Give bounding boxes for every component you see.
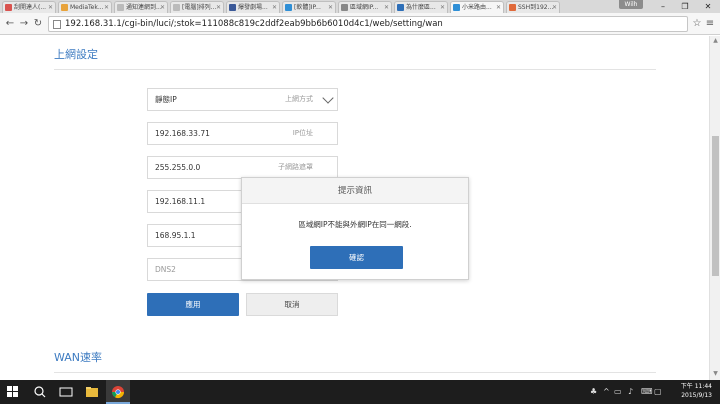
dns1-value: 168.95.1.1	[155, 231, 196, 240]
url-text: 192.168.31.1/cgi-bin/luci/;stok=111088c8…	[65, 19, 443, 29]
connection-type-select[interactable]: 靜態IP 上網方式	[147, 88, 338, 111]
ip-address-hint: IP位址	[292, 129, 313, 137]
search-icon[interactable]	[28, 380, 52, 404]
taskbar-clock[interactable]: 下午 11:44 2015/9/13	[668, 382, 712, 400]
reload-icon[interactable]: ↻	[31, 17, 45, 31]
gateway-value: 192.168.11.1	[155, 197, 206, 206]
browser-tab-10[interactable]: SSH到192... ✕	[506, 1, 560, 13]
close-icon[interactable]: ✕	[496, 2, 501, 13]
restore-icon[interactable]: ❐	[674, 0, 696, 13]
browser-tab-4[interactable]: [電腦]排列... ✕	[170, 1, 224, 13]
apply-button[interactable]: 應用	[147, 293, 239, 316]
scrollbar-thumb[interactable]	[712, 136, 719, 276]
divider	[54, 69, 656, 70]
cancel-button[interactable]: 取消	[246, 293, 338, 316]
section-title-wan-speed: WAN速率	[54, 351, 103, 364]
volume-icon[interactable]: ♪	[628, 387, 633, 396]
tab-favicon	[61, 4, 68, 11]
tab-label: 區域網IP...	[350, 4, 379, 11]
confirm-button[interactable]: 確認	[310, 246, 403, 269]
close-icon[interactable]: ✕	[48, 2, 53, 13]
subnet-mask-hint: 子網路遮罩	[278, 163, 313, 171]
address-bar: ← → ↻ 192.168.31.1/cgi-bin/luci/;stok=11…	[0, 13, 720, 35]
task-view-icon[interactable]	[54, 380, 78, 404]
scroll-down-icon[interactable]: ▼	[710, 370, 720, 377]
tab-label: 爆發劇場...	[238, 4, 268, 11]
tab-favicon	[341, 4, 348, 11]
minimize-icon[interactable]: –	[652, 0, 674, 13]
window-close-icon[interactable]: ✕	[697, 0, 719, 13]
close-icon[interactable]: ✕	[440, 2, 445, 13]
browser-tab-2[interactable]: MediaTek... ✕	[58, 1, 112, 13]
browser-tab-5[interactable]: 爆發劇場... ✕	[226, 1, 280, 13]
close-icon[interactable]: ✕	[384, 2, 389, 13]
browser-tab-6[interactable]: [軟體]IP... ✕	[282, 1, 336, 13]
bookmark-star-icon[interactable]: ☆	[690, 17, 704, 31]
section-title-internet: 上網設定	[54, 48, 98, 61]
file-explorer-icon[interactable]	[80, 380, 104, 404]
tab-label: 為什麼區...	[406, 4, 436, 11]
connection-type-hint: 上網方式	[285, 95, 313, 103]
tab-label: [電腦]排列...	[182, 4, 217, 11]
profile-badge[interactable]: Wilh	[619, 0, 643, 9]
show-hidden-icons[interactable]: ^	[603, 387, 610, 396]
chrome-icon[interactable]	[106, 380, 130, 404]
tab-favicon	[5, 4, 12, 11]
tab-label: [軟體]IP...	[294, 4, 321, 11]
subnet-mask-field[interactable]: 255.255.0.0 子網路遮罩	[147, 156, 338, 179]
router-settings-page: 上網設定 靜態IP 上網方式 192.168.33.71 IP位址 255.25…	[0, 36, 708, 380]
dialog-title: 提示資訊	[242, 178, 468, 204]
forward-icon[interactable]: →	[17, 17, 31, 31]
tab-favicon	[397, 4, 404, 11]
network-icon[interactable]: ▭	[614, 387, 622, 396]
browser-tab-8[interactable]: 為什麼區... ✕	[394, 1, 448, 13]
tab-favicon	[285, 4, 292, 11]
alert-dialog: 提示資訊 區域網IP不能與外網IP在同一網段. 確認	[241, 177, 469, 280]
dialog-message: 區域網IP不能與外網IP在同一網段.	[298, 220, 412, 229]
ip-address-value: 192.168.33.71	[155, 129, 210, 138]
tab-favicon	[117, 4, 124, 11]
close-icon[interactable]: ✕	[272, 2, 277, 13]
url-input[interactable]: 192.168.31.1/cgi-bin/luci/;stok=111088c8…	[48, 16, 688, 32]
close-icon[interactable]: ✕	[552, 2, 557, 13]
tab-favicon	[509, 4, 516, 11]
page-scrollbar[interactable]: ▲ ▼	[709, 36, 720, 380]
ip-address-field[interactable]: 192.168.33.71 IP位址	[147, 122, 338, 145]
close-icon[interactable]: ✕	[104, 2, 109, 13]
connection-type-value: 靜態IP	[155, 95, 177, 104]
tab-label: 小米路由...	[462, 4, 492, 11]
browser-tab-strip: 刮開達人(... ✕ MediaTek... ✕ 通知連網到... ✕ [電腦]排列.…	[0, 0, 720, 13]
tab-label: 刮開達人(...	[14, 4, 47, 11]
subnet-mask-value: 255.255.0.0	[155, 163, 201, 172]
tab-favicon	[173, 4, 180, 11]
browser-tab-active[interactable]: 小米路由... ✕	[450, 1, 504, 13]
close-icon[interactable]: ✕	[328, 2, 333, 13]
clock-time: 下午 11:44	[680, 383, 712, 390]
tab-favicon	[453, 4, 460, 11]
close-icon[interactable]: ✕	[160, 2, 165, 13]
browser-tab-1[interactable]: 刮開達人(... ✕	[2, 1, 56, 13]
dns2-placeholder: DNS2	[155, 265, 176, 274]
browser-tab-3[interactable]: 通知連網到... ✕	[114, 1, 168, 13]
windows-start-icon[interactable]	[7, 386, 19, 398]
people-icon[interactable]: ♣	[590, 387, 597, 396]
clock-date: 2015/9/13	[681, 392, 712, 399]
notification-icon[interactable]: ▢	[654, 387, 662, 396]
tab-favicon	[229, 4, 236, 11]
keyboard-icon[interactable]: ⌨	[641, 387, 653, 396]
back-icon[interactable]: ←	[3, 17, 17, 31]
browser-tab-7[interactable]: 區域網IP... ✕	[338, 1, 392, 13]
tab-label: 通知連網到...	[126, 4, 162, 11]
tab-label: MediaTek...	[70, 4, 104, 11]
taskbar: ♣ ^ ▭ ♪ ⌨ ▢ 下午 11:44 2015/9/13	[0, 380, 720, 404]
page-icon	[53, 20, 61, 29]
tab-label: SSH到192...	[518, 4, 554, 11]
scroll-up-icon[interactable]: ▲	[710, 37, 720, 44]
menu-icon[interactable]: ≡	[704, 17, 716, 31]
divider	[54, 372, 656, 373]
chevron-down-icon	[322, 92, 334, 104]
close-icon[interactable]: ✕	[216, 2, 221, 13]
